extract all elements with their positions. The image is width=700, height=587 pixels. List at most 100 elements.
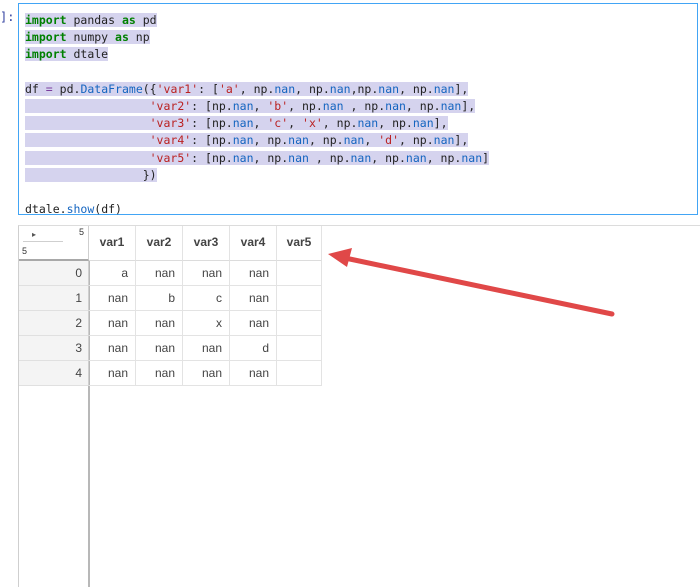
code-token: , np <box>378 116 406 131</box>
table-cell[interactable]: nan <box>136 361 183 386</box>
code-token: nan <box>378 81 400 96</box>
code-token: ], <box>433 116 448 131</box>
code-token: nan <box>405 150 427 165</box>
row-index[interactable]: 4 <box>19 361 89 386</box>
code-token: ,np <box>350 81 372 96</box>
code-line[interactable]: 'var4': [np.nan, np.nan, np.nan, 'd', np… <box>25 133 469 148</box>
code-line[interactable]: import dtale <box>25 47 109 62</box>
code-token: pd <box>135 13 157 27</box>
code-token: np <box>128 30 150 45</box>
row-index[interactable]: 0 <box>19 261 89 286</box>
table-cell[interactable]: c <box>183 286 230 311</box>
table-cell[interactable]: nan <box>230 311 277 336</box>
table-cell[interactable] <box>277 336 322 361</box>
code-text[interactable]: import pandas as pd import numpy as np i… <box>21 6 695 218</box>
table-cell[interactable]: d <box>230 336 277 361</box>
code-token: ], <box>454 133 469 148</box>
table-cell[interactable]: nan <box>136 336 183 361</box>
code-token: , np <box>308 150 344 165</box>
table-cell[interactable]: b <box>136 286 183 311</box>
table-cell[interactable] <box>277 311 322 336</box>
code-token: nan <box>232 150 254 165</box>
code-token: nan <box>343 133 365 148</box>
table-cell[interactable]: nan <box>230 261 277 286</box>
code-token: nan <box>274 81 296 96</box>
column-header-var2[interactable]: var2 <box>136 226 183 261</box>
code-token: . <box>225 133 233 148</box>
code-token: . <box>336 133 344 148</box>
code-token: ] <box>482 150 490 165</box>
code-token: ({ <box>142 81 157 96</box>
row-index[interactable]: 3 <box>19 336 89 361</box>
code-line[interactable]: 'var5': [np.nan, np.nan , np.nan, np.nan… <box>25 150 490 165</box>
code-token: , np <box>308 133 337 148</box>
table-cell[interactable] <box>277 361 322 386</box>
table-cell[interactable]: x <box>183 311 230 336</box>
code-token: , np <box>371 150 399 165</box>
code-token: nan <box>440 99 462 114</box>
grid-corner-header[interactable]: ▸ 5 5 <box>19 226 89 261</box>
table-cell[interactable]: nan <box>89 336 136 361</box>
code-token: 'var5' <box>149 150 192 165</box>
code-token: . <box>225 150 233 165</box>
code-token: , np <box>239 81 268 96</box>
table-cell[interactable]: nan <box>136 261 183 286</box>
table-cell[interactable]: nan <box>89 361 136 386</box>
column-header-var5[interactable]: var5 <box>277 226 322 261</box>
code-token: 'var4' <box>149 133 192 148</box>
code-line[interactable]: dtale.show(df) <box>25 202 122 216</box>
table-cell[interactable]: nan <box>136 311 183 336</box>
table-cell[interactable]: nan <box>230 361 277 386</box>
code-token: . <box>398 150 406 165</box>
table-cell[interactable]: nan <box>89 311 136 336</box>
code-token: . <box>315 99 323 114</box>
table-cell[interactable]: a <box>89 261 136 286</box>
code-token: . <box>405 116 413 131</box>
code-token: 'c' <box>267 116 289 131</box>
code-line[interactable]: 'var3': [np.nan, 'c', 'x', np.nan, np.na… <box>25 116 448 131</box>
code-token: : [np <box>191 116 226 131</box>
collapse-arrow-icon[interactable]: ▸ <box>32 230 36 239</box>
code-token: nan <box>232 133 254 148</box>
column-header-var1[interactable]: var1 <box>89 226 136 261</box>
code-token: . <box>426 133 434 148</box>
code-token: , np <box>405 99 434 114</box>
code-token: df <box>25 81 46 96</box>
code-token: nan <box>385 99 406 114</box>
code-token: : [np <box>191 150 226 165</box>
code-cell[interactable]: import pandas as pd import numpy as np i… <box>18 3 698 216</box>
column-header-var4[interactable]: var4 <box>230 226 277 261</box>
column-header-var3[interactable]: var3 <box>183 226 230 261</box>
code-token: , np <box>322 116 351 131</box>
table-cell[interactable] <box>277 286 322 311</box>
table-cell[interactable]: nan <box>183 361 230 386</box>
table-cell[interactable] <box>277 261 322 286</box>
code-token: }) <box>25 167 157 182</box>
code-token: 'x' <box>302 116 323 131</box>
row-count: 5 <box>22 246 28 256</box>
row-index[interactable]: 2 <box>19 311 89 336</box>
code-token: nan <box>433 133 455 148</box>
code-token: , np <box>343 99 379 114</box>
code-editor[interactable]: import pandas as pd import numpy as np i… <box>21 6 695 216</box>
code-token: nan <box>461 150 483 165</box>
code-line[interactable]: 'var2': [np.nan, 'b', np.nan , np.nan, n… <box>25 99 476 114</box>
code-line[interactable]: import numpy as np <box>25 30 150 45</box>
code-token: . <box>225 116 233 131</box>
code-line[interactable]: import pandas as pd <box>25 13 157 27</box>
code-token: , <box>364 133 379 148</box>
code-line[interactable]: }) <box>25 167 157 182</box>
table-cell[interactable]: nan <box>89 286 136 311</box>
row-index[interactable]: 1 <box>19 286 89 311</box>
code-line[interactable]: df = pd.DataFrame({'var1': ['a', np.nan,… <box>25 81 469 96</box>
code-token: nan <box>232 99 254 114</box>
code-token: , np <box>399 133 427 148</box>
code-token: , np <box>253 133 282 148</box>
code-token: 'a' <box>218 81 240 96</box>
table-cell[interactable]: nan <box>183 336 230 361</box>
table-cell[interactable]: nan <box>230 286 277 311</box>
table-cell[interactable]: nan <box>183 261 230 286</box>
code-token: numpy <box>66 30 116 45</box>
